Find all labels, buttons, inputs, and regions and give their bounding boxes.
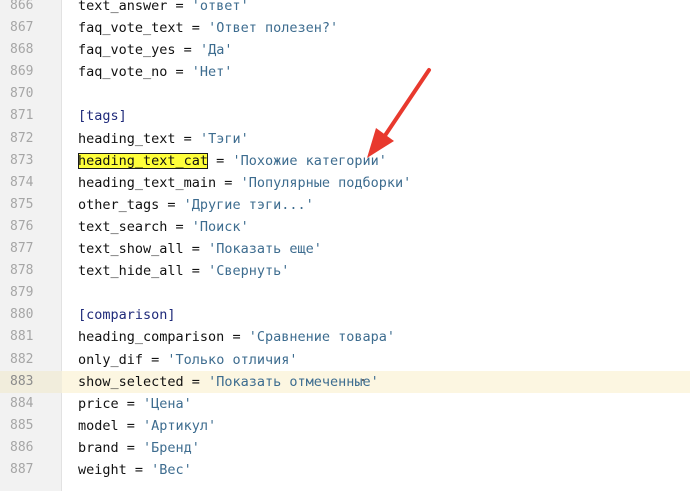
code-line-867[interactable]: 867 faq_vote_text = 'Ответ полезен?' [0, 17, 690, 39]
code-editor[interactable]: 866 text_answer = 'ответ' 867 faq_vote_t… [0, 0, 690, 491]
code-line-879[interactable]: 879 [0, 282, 690, 304]
config-value: 'Только отличия' [167, 351, 298, 368]
line-number: 881 [10, 329, 34, 345]
code-line-866[interactable]: 866 text_answer = 'ответ' [0, 0, 690, 17]
line-number: 885 [10, 417, 34, 433]
config-value: 'Свернуть' [208, 263, 290, 280]
line-number: 876 [10, 218, 34, 234]
code-line-887[interactable]: 887 weight = 'Вес' [0, 459, 690, 481]
config-value: 'Показать еще' [208, 241, 322, 258]
config-value: 'Сравнение товара' [248, 329, 396, 346]
config-value: 'Похожие категории' [232, 152, 387, 169]
code-line-877[interactable]: 877 text_show_all = 'Показать еще' [0, 238, 690, 260]
config-value: 'ответ' [191, 0, 249, 14]
code-line-881[interactable]: 881 heading_comparison = 'Сравнение това… [0, 326, 690, 348]
line-number: 886 [10, 439, 34, 455]
code-line-870[interactable]: 870 [0, 83, 690, 105]
line-number: 875 [10, 196, 34, 212]
config-key: heading_text_main [78, 174, 217, 191]
line-number: 870 [10, 86, 34, 102]
config-value: 'Бренд' [143, 439, 200, 456]
config-value: 'Поиск' [191, 218, 249, 235]
line-number: 887 [10, 461, 34, 477]
config-key: faq_vote_text [78, 20, 184, 37]
line-number: 880 [10, 307, 34, 323]
code-line-868[interactable]: 868 faq_vote_yes = 'Да' [0, 39, 690, 61]
line-number: 866 [10, 0, 34, 13]
config-key: text_search [78, 218, 168, 235]
config-key: other_tags [78, 196, 160, 213]
code-line-869[interactable]: 869 faq_vote_no = 'Нет' [0, 61, 690, 83]
code-line-882[interactable]: 882 only_dif = 'Только отличия' [0, 349, 690, 371]
code-line-886[interactable]: 886 brand = 'Бренд' [0, 437, 690, 459]
code-line-873[interactable]: 873 heading_text_cat = 'Похожие категори… [0, 150, 690, 172]
code-line-884[interactable]: 884 price = 'Цена' [0, 393, 690, 415]
config-value: 'Артикул' [143, 417, 217, 434]
config-key: only_dif [78, 351, 144, 368]
line-number: 872 [10, 130, 34, 146]
code-lines: 866 text_answer = 'ответ' 867 faq_vote_t… [0, 0, 690, 481]
config-key: brand [78, 439, 119, 456]
text-cursor-mark [362, 379, 364, 381]
line-number: 882 [10, 351, 34, 367]
line-number: 871 [10, 108, 34, 124]
config-value: 'Нет' [191, 64, 233, 81]
code-line-872[interactable]: 872 heading_text = 'Тэги' [0, 128, 690, 150]
line-number: 877 [10, 241, 34, 257]
config-key: faq_vote_no [78, 64, 168, 81]
line-number: 868 [10, 42, 34, 58]
config-key: faq_vote_yes [78, 42, 176, 59]
config-key: heading_comparison [78, 329, 225, 346]
line-number: 873 [10, 152, 34, 168]
line-number: 869 [10, 64, 34, 80]
config-key: text_show_all [78, 241, 184, 258]
line-number: 884 [10, 395, 34, 411]
code-line-880[interactable]: 880 [comparison] [0, 304, 690, 326]
config-value: 'Ответ полезен?' [208, 20, 339, 37]
config-key: weight [78, 461, 127, 478]
config-key: heading_text [78, 130, 176, 147]
config-value: 'Популярные подборки' [240, 174, 412, 191]
config-key: show_selected [78, 373, 184, 390]
line-number: 879 [10, 285, 34, 301]
config-value: 'Показать отмеченные' [208, 373, 379, 390]
config-value: 'Да' [199, 42, 233, 59]
code-line-875[interactable]: 875 other_tags = 'Другие тэги...' [0, 194, 690, 216]
code-line-878[interactable]: 878 text_hide_all = 'Свернуть' [0, 260, 690, 282]
config-value: 'Вес' [151, 461, 192, 478]
code-line-874[interactable]: 874 heading_text_main = 'Популярные подб… [0, 172, 690, 194]
config-key: price [78, 395, 119, 412]
line-number: 867 [10, 20, 34, 36]
section-header-tags: [tags] [78, 108, 127, 125]
line-number: 883 [0, 370, 62, 393]
config-key: text_answer [78, 0, 168, 14]
highlighted-config-key: heading_text_cat [78, 152, 209, 169]
config-key: text_hide_all [78, 263, 184, 280]
code-line-885[interactable]: 885 model = 'Артикул' [0, 415, 690, 437]
code-line-871[interactable]: 871 [tags] [0, 105, 690, 127]
code-line-883-current[interactable]: 883 show_selected = 'Показать отмеченные… [0, 370, 690, 393]
config-value: 'Тэги' [199, 130, 249, 147]
config-key: model [78, 417, 119, 434]
config-value: 'Другие тэги...' [183, 196, 314, 213]
code-line-876[interactable]: 876 text_search = 'Поиск' [0, 216, 690, 238]
section-header-comparison: [comparison] [78, 307, 176, 324]
line-number: 874 [10, 174, 34, 190]
line-number: 878 [10, 263, 34, 279]
config-value: 'Цена' [143, 395, 192, 412]
